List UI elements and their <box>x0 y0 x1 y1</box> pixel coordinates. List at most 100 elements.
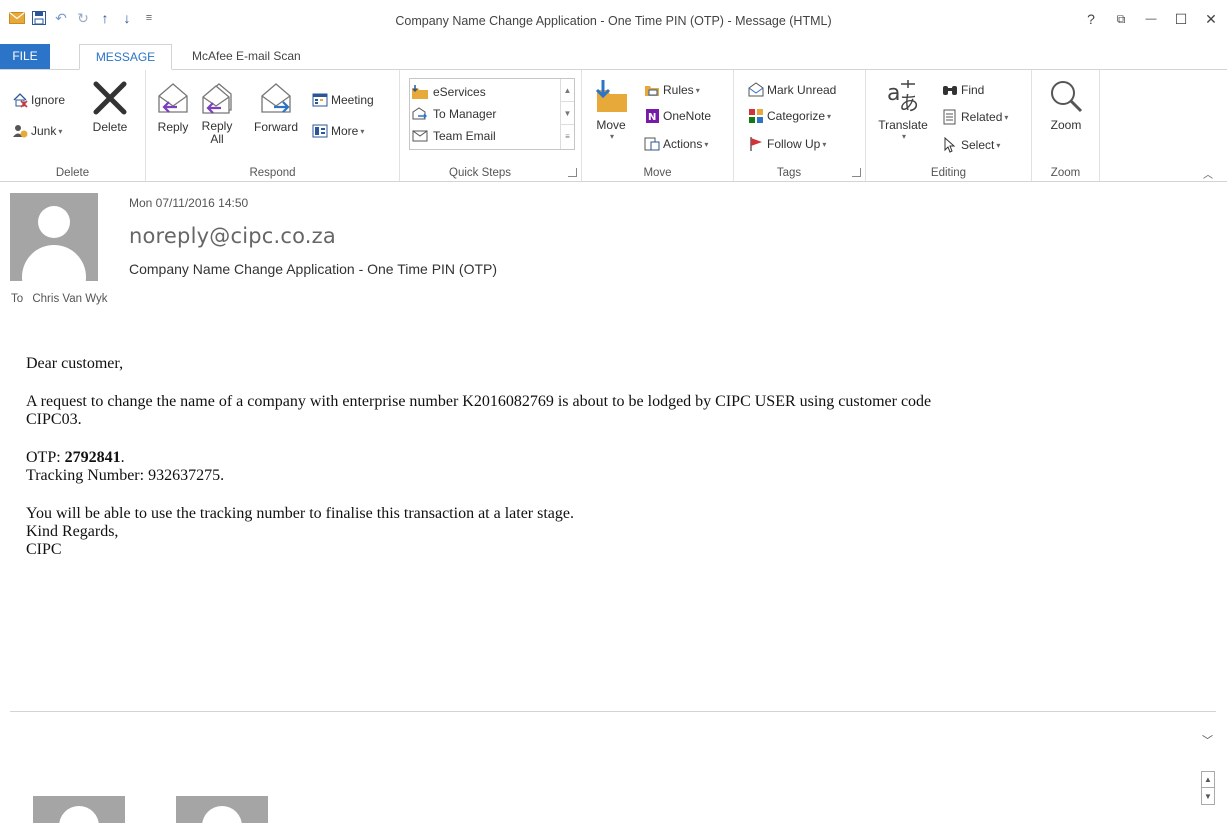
reply-button[interactable]: Reply <box>152 78 194 134</box>
tab-mcafee-email-scan[interactable]: McAfee E-mail Scan <box>180 44 313 70</box>
person-icon <box>59 806 99 823</box>
quick-step-to-manager[interactable]: To Manager <box>412 104 496 124</box>
otp-line: OTP: 2792841. <box>26 449 125 466</box>
categorize-button[interactable]: Categorize ▾ <box>748 105 831 127</box>
request-line-2: CIPC03. <box>26 411 82 428</box>
maximize-button[interactable]: ☐ <box>1166 9 1196 29</box>
sender-address[interactable]: noreply@cipc.co.za <box>129 224 336 248</box>
translate-button[interactable]: aあ Translate ▾ <box>874 76 932 141</box>
tags-group-label: Tags <box>776 167 802 179</box>
quick-steps-scrollbar[interactable]: ▲ ▼ ≡ <box>560 79 574 149</box>
move-button[interactable]: Move ▾ <box>592 76 630 141</box>
folder-arrow-icon <box>412 85 428 99</box>
scroll-down-icon[interactable]: ▼ <box>1202 788 1214 804</box>
ribbon-display-options-icon[interactable]: ⧉ <box>1106 9 1136 29</box>
regards: Kind Regards, <box>26 523 119 540</box>
delete-group-label: Delete <box>55 167 90 179</box>
ignore-button[interactable]: Ignore <box>12 89 65 111</box>
to-label: To <box>11 293 24 305</box>
tracking-number: Tracking Number: 932637275. <box>26 467 225 484</box>
collapse-ribbon-icon[interactable]: ︿ <box>1203 166 1213 181</box>
recipients-line: To Chris Van Wyk <box>11 293 113 305</box>
reply-icon <box>153 78 193 118</box>
editing-group: aあ Translate ▾ Find Related ▾ Select ▾ Edi… <box>866 70 1032 181</box>
related-document-icon <box>942 109 958 125</box>
forward-icon <box>256 78 296 118</box>
envelope-arrow-icon <box>412 107 428 121</box>
tags-group: Mark Unread Categorize ▾ Follow Up ▾ Tags <box>734 70 866 181</box>
message-date: Mon 07/11/2016 14:50 <box>129 196 249 210</box>
cursor-icon <box>942 137 958 153</box>
title-bar: ↶ ↻ ↑ ↓ ≡ Company Name Change Applicatio… <box>0 0 1227 44</box>
rules-button[interactable]: Rules ▾ <box>644 79 700 101</box>
gallery-more-icon[interactable]: ≡ <box>561 125 574 148</box>
follow-up-button[interactable]: Follow Up ▾ <box>748 133 826 155</box>
select-button[interactable]: Select ▾ <box>942 134 1000 156</box>
people-pane-divider <box>10 711 1216 712</box>
recipient-name[interactable]: Chris Van Wyk <box>32 293 107 305</box>
quick-steps-gallery: eServices To Manager Team Email ▲ ▼ ≡ <box>409 78 575 150</box>
translate-icon: aあ <box>883 76 923 116</box>
people-pane-avatar[interactable] <box>176 796 268 823</box>
mark-unread-icon <box>748 82 764 98</box>
ribbon-tabs: FILE MESSAGE McAfee E-mail Scan <box>0 44 1227 70</box>
ignore-icon <box>12 92 28 108</box>
avatar-head-icon <box>38 206 70 238</box>
binoculars-icon <box>942 82 958 98</box>
otp-value: 2792841 <box>64 449 121 466</box>
meeting-icon <box>312 92 328 108</box>
onenote-button[interactable]: N OneNote <box>644 105 711 127</box>
tab-message[interactable]: MESSAGE <box>79 44 172 70</box>
person-icon <box>202 806 242 823</box>
quick-steps-launcher[interactable] <box>568 168 577 177</box>
more-respond-button[interactable]: More ▾ <box>312 120 364 142</box>
quick-step-team-email[interactable]: Team Email <box>412 126 496 146</box>
quick-steps-group-label: Quick Steps <box>449 167 511 179</box>
avatar-body-icon <box>22 245 86 281</box>
close-button[interactable]: ✕ <box>1196 9 1226 29</box>
rules-icon <box>644 82 660 98</box>
scroll-up-icon[interactable]: ▲ <box>1202 772 1214 788</box>
mark-unread-button[interactable]: Mark Unread <box>748 79 836 101</box>
related-button[interactable]: Related ▾ <box>942 106 1008 128</box>
move-folder-icon <box>591 76 631 116</box>
help-button[interactable]: ? <box>1076 9 1106 29</box>
team-email-icon <box>412 129 428 143</box>
people-pane-expand-icon[interactable]: ﹀ <box>1202 732 1213 748</box>
sender-avatar <box>10 193 98 281</box>
minimize-button[interactable]: — <box>1136 9 1166 29</box>
respond-group: Reply Reply All Forward Meeting More ▾ R… <box>146 70 400 181</box>
more-icon <box>312 123 328 139</box>
reply-all-button[interactable]: Reply All <box>196 78 238 146</box>
quick-step-eservices[interactable]: eServices <box>412 82 486 102</box>
scroll-up-icon[interactable]: ▲ <box>561 79 574 102</box>
people-pane-scrollbar[interactable]: ▲ ▼ <box>1201 771 1215 805</box>
categorize-icon <box>748 108 764 124</box>
find-button[interactable]: Find <box>942 79 984 101</box>
delete-button[interactable]: Delete <box>88 78 132 134</box>
window-title: Company Name Change Application - One Ti… <box>395 14 832 28</box>
meeting-button[interactable]: Meeting <box>312 89 374 111</box>
onenote-icon: N <box>644 108 660 124</box>
junk-icon <box>12 123 28 139</box>
forward-button[interactable]: Forward <box>250 78 302 134</box>
delete-group: Ignore Junk ▾ Delete Delete <box>0 70 146 181</box>
scroll-down-icon[interactable]: ▼ <box>561 102 574 125</box>
junk-button[interactable]: Junk ▾ <box>12 120 62 142</box>
move-dropdown-caret: ▾ <box>609 132 614 141</box>
delete-x-icon <box>90 78 130 118</box>
zoom-group-label: Zoom <box>1050 167 1081 179</box>
tab-file[interactable]: FILE <box>0 44 50 70</box>
svg-text:N: N <box>648 112 656 123</box>
flag-icon <box>748 136 764 152</box>
people-pane-avatar[interactable] <box>33 796 125 823</box>
actions-button[interactable]: Actions ▾ <box>644 133 708 155</box>
window-controls: ? ⧉ — ☐ ✕ <box>1076 9 1226 29</box>
message-subject: Company Name Change Application - One Ti… <box>129 261 498 277</box>
ribbon: Ignore Junk ▾ Delete Delete Reply Reply … <box>0 69 1227 182</box>
zoom-button[interactable]: Zoom <box>1042 76 1090 132</box>
tags-launcher[interactable] <box>852 168 861 177</box>
editing-group-label: Editing <box>930 167 967 179</box>
finalise-line: You will be able to use the tracking num… <box>26 505 575 522</box>
zoom-group: Zoom Zoom <box>1032 70 1100 181</box>
